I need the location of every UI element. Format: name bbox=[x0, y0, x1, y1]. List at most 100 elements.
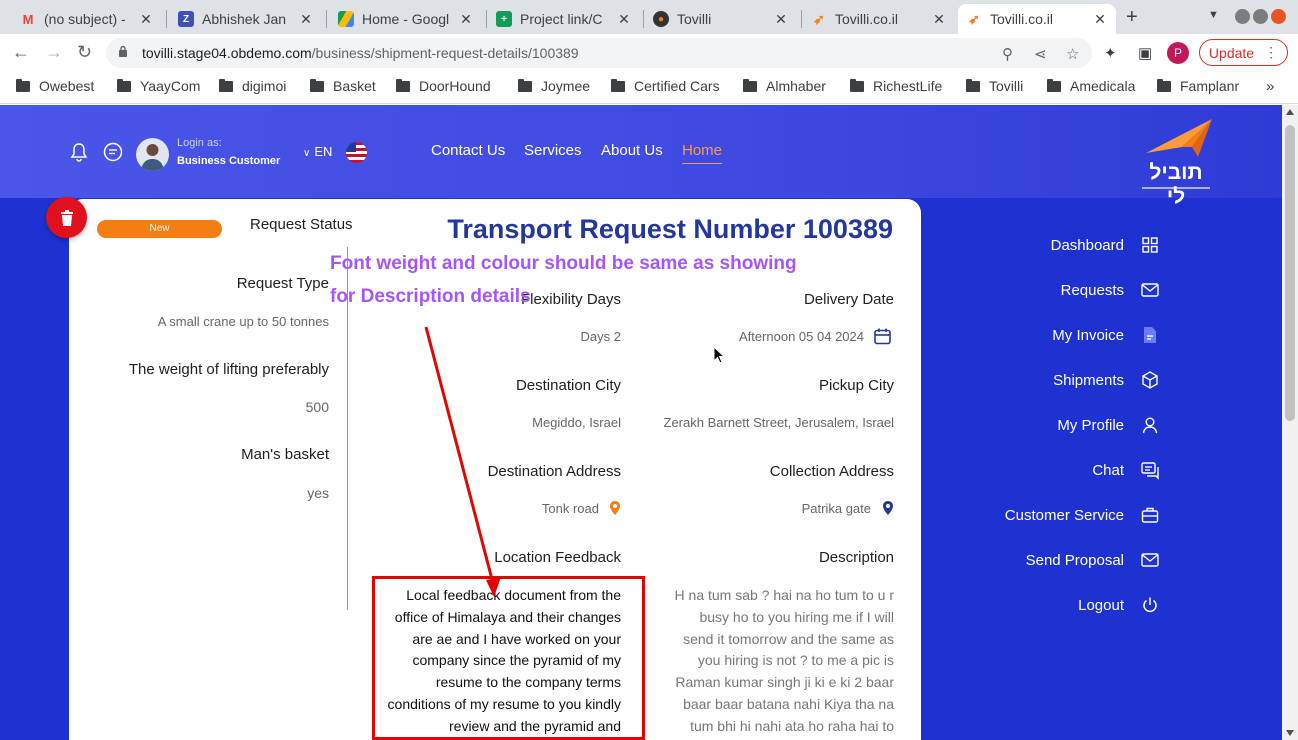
sidebar-item-chat[interactable]: Chat bbox=[1092, 460, 1160, 480]
sidebar-item-label: Chat bbox=[1092, 461, 1124, 479]
sidebar-item-label: Send Proposal bbox=[1025, 551, 1124, 569]
tab-tovilli[interactable]: ● Tovilli ✕ bbox=[645, 4, 797, 34]
logo-mark bbox=[1146, 119, 1212, 157]
zoom-search-icon[interactable]: ⚲ bbox=[1002, 45, 1013, 63]
location-pin-orange-icon bbox=[610, 501, 620, 515]
bookmarks-overflow-icon[interactable]: » bbox=[1266, 78, 1274, 95]
bell-icon[interactable] bbox=[68, 141, 90, 163]
scroll-up-icon[interactable] bbox=[1286, 109, 1294, 115]
lock-icon bbox=[119, 45, 127, 57]
scroll-down-icon[interactable] bbox=[1286, 730, 1294, 736]
window-controls bbox=[1235, 9, 1286, 24]
site-logo[interactable]: תוביל לי bbox=[1138, 117, 1214, 208]
tab-title: Tovilli.co.il bbox=[835, 11, 899, 27]
nav-about-us[interactable]: About Us bbox=[601, 142, 663, 159]
sidebar-item-my-profile[interactable]: My Profile bbox=[1057, 415, 1160, 435]
bookmark-folder[interactable]: Amedicala bbox=[1047, 78, 1135, 94]
tovilli-logo-icon: ➶ bbox=[813, 10, 825, 27]
minimize-icon[interactable] bbox=[1235, 9, 1250, 24]
bookmark-folder[interactable]: DoorHound bbox=[396, 78, 491, 94]
language-selector[interactable]: ∨ EN bbox=[303, 144, 332, 159]
pickup-city-label: Pickup City bbox=[818, 377, 894, 394]
extensions-puzzle-icon[interactable]: ✦ bbox=[1104, 44, 1117, 62]
share-icon[interactable]: ⋖ bbox=[1034, 45, 1047, 63]
tab-gmail[interactable]: M (no subject) - ✕ bbox=[12, 4, 162, 34]
bookmark-folder[interactable]: digimoi bbox=[219, 78, 286, 94]
nav-contact-us[interactable]: Contact Us bbox=[431, 142, 505, 159]
bookmark-folder[interactable]: Owebest bbox=[16, 78, 94, 94]
tab-title: (no subject) - bbox=[44, 11, 126, 27]
sidebar-item-customer-service[interactable]: Customer Service bbox=[1005, 505, 1160, 525]
bookmark-folder[interactable]: Joymee bbox=[518, 78, 590, 94]
bookmark-folder[interactable]: Certified Cars bbox=[611, 78, 720, 94]
flexibility-days-value: Days 2 bbox=[580, 329, 621, 344]
sidebar-item-logout[interactable]: Logout bbox=[1078, 595, 1160, 615]
tab-title: Tovilli bbox=[677, 11, 712, 27]
tovilli-logo-icon: ➶ bbox=[968, 10, 980, 27]
nav-home[interactable]: Home bbox=[682, 142, 723, 164]
bookmark-folder[interactable]: RichestLife bbox=[850, 78, 942, 94]
sidebar-item-label: Customer Service bbox=[1004, 506, 1124, 524]
back-arrow-icon[interactable]: ← bbox=[12, 42, 30, 63]
close-icon[interactable]: ✕ bbox=[298, 11, 314, 28]
folder-icon bbox=[743, 78, 757, 92]
request-status-label: Request Status bbox=[250, 216, 353, 233]
sidebar-item-shipments[interactable]: Shipments bbox=[1053, 370, 1160, 390]
bookmark-folder[interactable]: Almhaber bbox=[743, 78, 826, 94]
sidebar-item-dashboard[interactable]: Dashboard bbox=[1051, 235, 1160, 255]
tab-active[interactable]: ➶ Tovilli.co.il ✕ bbox=[958, 4, 1116, 34]
close-icon[interactable]: ✕ bbox=[931, 11, 947, 28]
sidebar-item-label: My Invoice bbox=[1052, 326, 1124, 344]
request-type-label: Request Type bbox=[236, 275, 329, 292]
maximize-icon[interactable] bbox=[1253, 9, 1268, 24]
status-badge: New bbox=[97, 220, 222, 238]
tab-sheets[interactable]: + Project link/C ✕ bbox=[488, 4, 640, 34]
nav-services[interactable]: Services bbox=[524, 142, 582, 159]
bookmark-label: Amedicala bbox=[1070, 78, 1136, 94]
tab-tovilli-co-il[interactable]: ➶ Tovilli.co.il ✕ bbox=[803, 4, 955, 34]
scrollbar-thumb[interactable] bbox=[1285, 125, 1295, 421]
sidebar-item-send-proposal[interactable]: Send Proposal bbox=[1026, 550, 1160, 570]
calendar-icon[interactable] bbox=[873, 327, 892, 346]
destination-city-label: Destination City bbox=[515, 377, 621, 394]
bookmark-folder[interactable]: YaayCom bbox=[117, 78, 200, 94]
close-icon[interactable]: ✕ bbox=[458, 11, 474, 28]
new-tab-button[interactable]: + bbox=[1126, 6, 1138, 29]
reload-icon[interactable]: ↻ bbox=[77, 42, 92, 63]
delivery-date-value: Afternoon 05 04 2024 bbox=[738, 329, 864, 344]
close-icon[interactable]: ✕ bbox=[138, 11, 154, 28]
bookmark-star-icon[interactable]: ☆ bbox=[1066, 45, 1079, 63]
paragraph-line: you hiring is not ? to me a pic is bbox=[697, 652, 894, 669]
close-icon[interactable]: ✕ bbox=[616, 11, 632, 28]
tab-zoho[interactable]: Z Abhishek Jan ✕ bbox=[170, 4, 322, 34]
chevron-down-icon: ∨ bbox=[303, 148, 311, 159]
address-bar[interactable]: tovilli.stage04.obdemo.com/business/ship… bbox=[106, 38, 1092, 68]
us-flag-icon[interactable] bbox=[346, 142, 367, 163]
box-icon bbox=[1142, 371, 1158, 389]
tab-drive[interactable]: Home - Googl ✕ bbox=[330, 4, 482, 34]
kebab-menu-icon: ⋮ bbox=[1264, 44, 1279, 60]
bookmark-folder[interactable]: Basket bbox=[310, 78, 376, 94]
scrollbar[interactable] bbox=[1282, 105, 1298, 740]
window-close-icon[interactable] bbox=[1271, 9, 1286, 24]
bookmark-label: DoorHound bbox=[419, 78, 491, 94]
sidebar-item-requests[interactable]: Requests bbox=[1061, 280, 1160, 300]
update-button[interactable]: Update ⋮ bbox=[1199, 39, 1288, 66]
forward-arrow-icon[interactable]: → bbox=[45, 42, 63, 63]
mans-basket-label: Man's basket bbox=[241, 446, 329, 463]
delete-button[interactable] bbox=[46, 197, 87, 238]
avatar[interactable] bbox=[136, 138, 169, 171]
bookmark-folder[interactable]: Famplanr bbox=[1157, 78, 1239, 94]
bookmark-folder[interactable]: Tovilli bbox=[966, 78, 1023, 94]
close-icon[interactable]: ✕ bbox=[1092, 11, 1108, 28]
tab-separator bbox=[486, 10, 487, 28]
message-icon[interactable] bbox=[102, 141, 124, 163]
zoho-icon: Z bbox=[178, 11, 194, 27]
sidebar-item-my-invoice[interactable]: My Invoice bbox=[1052, 325, 1160, 345]
side-panel-icon[interactable]: ▣ bbox=[1138, 44, 1152, 62]
close-icon[interactable]: ✕ bbox=[773, 11, 789, 28]
profile-avatar[interactable]: P bbox=[1167, 42, 1189, 64]
mans-basket-value: yes bbox=[307, 485, 329, 501]
tab-search-chevron-icon[interactable]: ▼ bbox=[1208, 9, 1219, 21]
sheets-icon: + bbox=[496, 11, 512, 27]
